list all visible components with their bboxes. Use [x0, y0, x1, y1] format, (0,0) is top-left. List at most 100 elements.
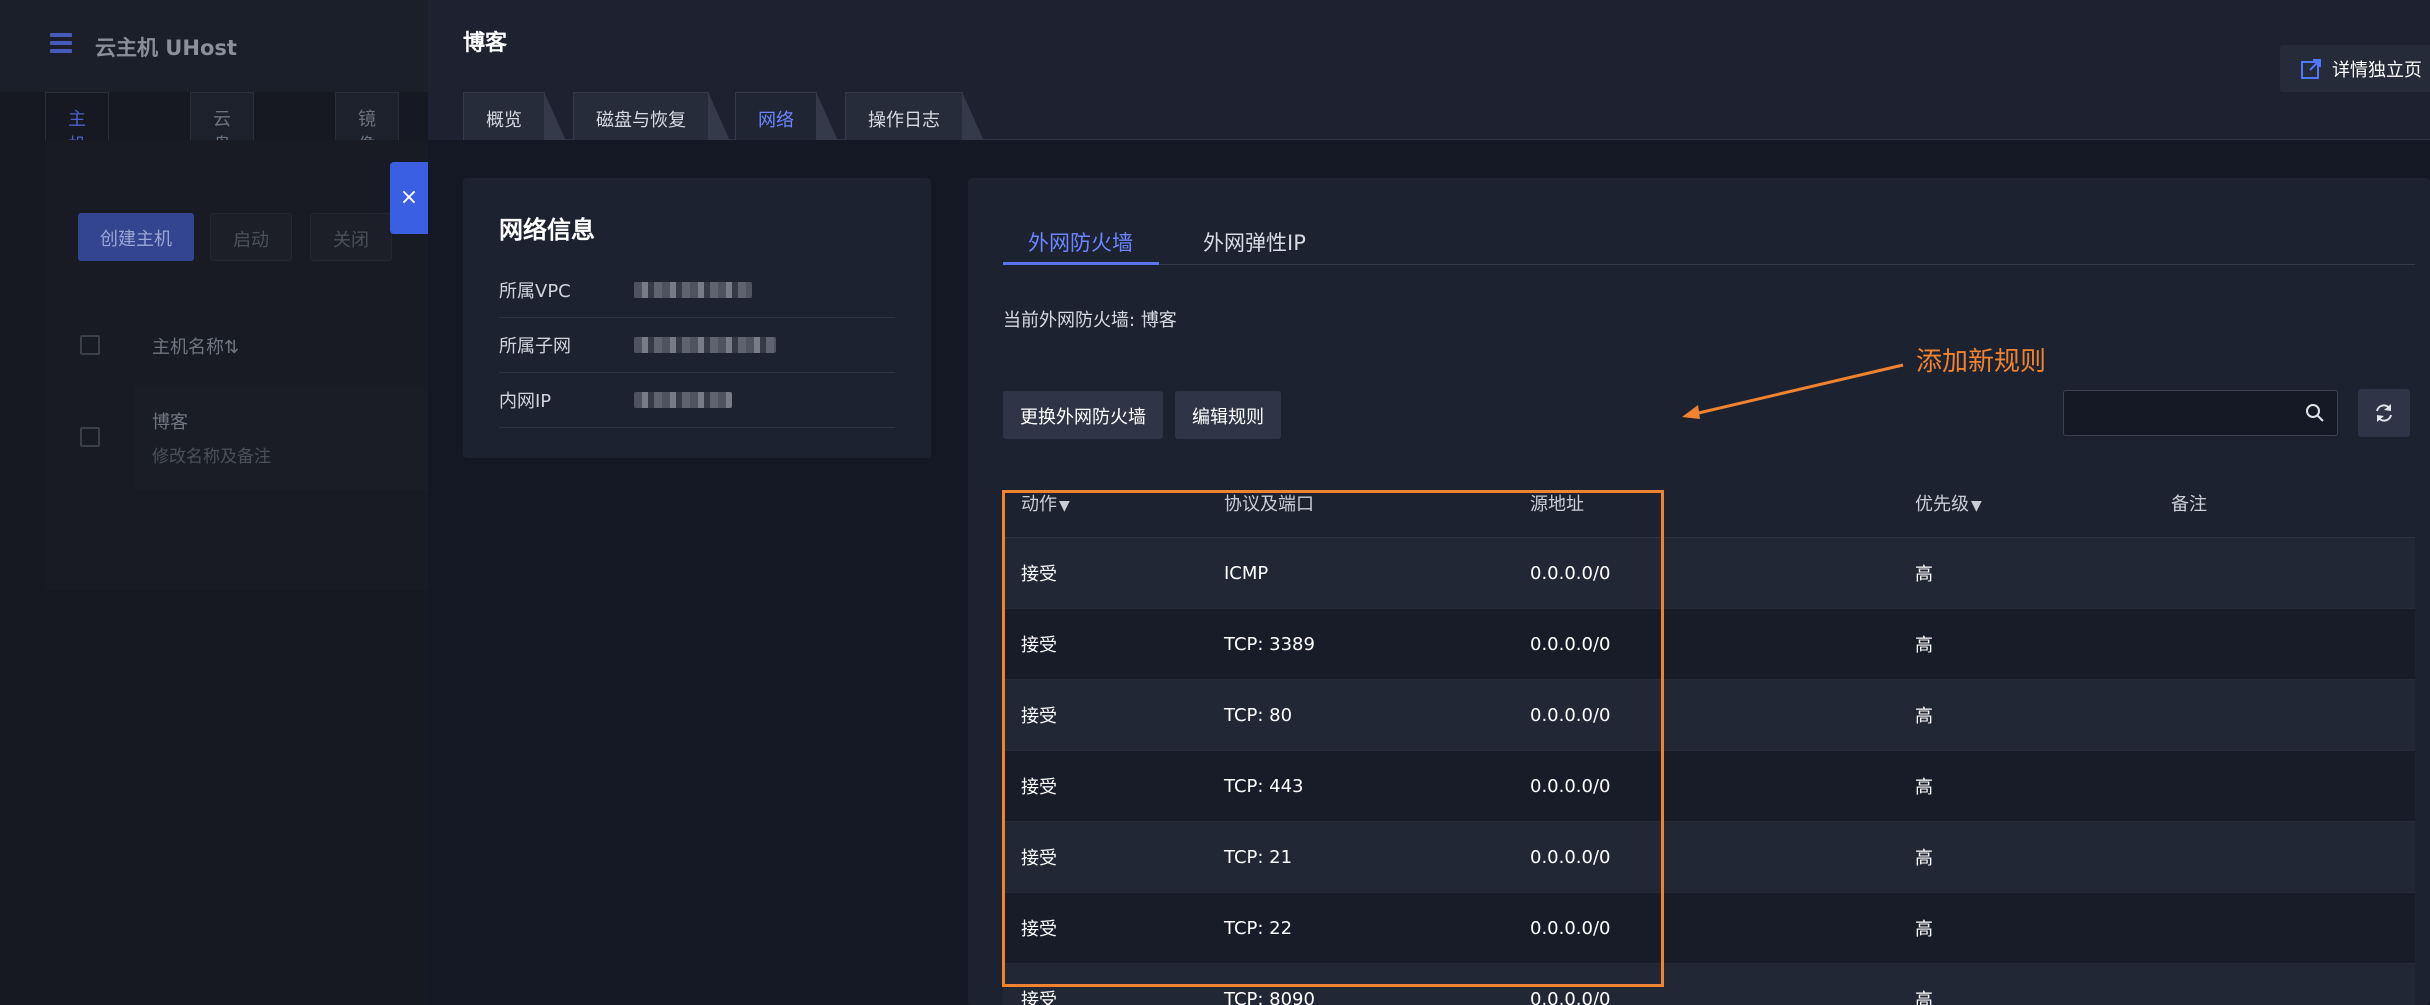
firewall-tabs: 外网防火墙 外网弹性IP [1003, 213, 2415, 265]
private-ip-value-redacted [634, 392, 732, 408]
cell-source: 0.0.0.0/0 [1530, 775, 1611, 797]
col-note: 备注 [2171, 493, 2207, 515]
cell-action: 接受 [1021, 777, 1057, 798]
tab-operation-log[interactable]: 操作日志 [845, 92, 984, 141]
current-firewall-label: 当前外网防火墙: [1003, 310, 1136, 331]
bg-select-all-checkbox[interactable] [80, 335, 100, 355]
close-drawer-button[interactable]: × [390, 162, 428, 234]
tab-external-firewall[interactable]: 外网防火墙 [1028, 227, 1133, 257]
detail-page-link-label: 详情独立页 [2332, 59, 2422, 81]
network-info-row: 内网IP [499, 373, 895, 428]
drawer-title: 博客 [463, 31, 508, 56]
cell-proto: TCP: 80 [1224, 704, 1293, 726]
cell-action: 接受 [1021, 848, 1057, 869]
cell-source: 0.0.0.0/0 [1530, 846, 1611, 868]
cell-action: 接受 [1021, 990, 1057, 1005]
filter-icon[interactable]: ▼ [1059, 498, 1070, 514]
current-firewall: 当前外网防火墙: 博客 [1003, 306, 1177, 332]
drawer-body: 网络信息 所属VPC 所属子网 内网IP 外网防火墙 外网弹性IP 当前外网防火… [428, 140, 2430, 1005]
table-row: 接受 TCP: 22 0.0.0.0/0 高 [1003, 893, 2415, 964]
bg-row-checkbox[interactable] [80, 427, 100, 447]
bg-stop-button[interactable]: 关闭 [310, 213, 392, 261]
cell-priority: 高 [1915, 848, 1933, 869]
bg-col-header[interactable]: 主机名称⇅ [152, 333, 239, 359]
cell-source: 0.0.0.0/0 [1530, 704, 1611, 726]
bg-start-button[interactable]: 启动 [210, 213, 292, 261]
change-firewall-button[interactable]: 更换外网防火墙 [1003, 391, 1163, 439]
cell-priority: 高 [1915, 919, 1933, 940]
subnet-value-redacted [634, 337, 776, 353]
cell-action: 接受 [1021, 919, 1057, 940]
subnet-label: 所属子网 [499, 336, 571, 357]
search-icon [2306, 404, 2324, 422]
tab-network[interactable]: 网络 [735, 92, 838, 141]
refresh-button[interactable] [2358, 389, 2410, 437]
cell-priority: 高 [1915, 990, 1933, 1005]
cell-source: 0.0.0.0/0 [1530, 917, 1611, 939]
filter-icon[interactable]: ▼ [1971, 498, 1982, 514]
table-row: 接受 TCP: 8090 0.0.0.0/0 高 [1003, 964, 2415, 1005]
bg-row-name[interactable]: 博客 [152, 408, 188, 434]
table-row: 接受 TCP: 21 0.0.0.0/0 高 [1003, 822, 2415, 893]
bg-app-title: 云主机 UHost [95, 36, 237, 60]
col-source: 源地址 [1530, 493, 1584, 515]
tab-disk-restore[interactable]: 磁盘与恢复 [573, 92, 730, 141]
annotation-arrow-icon [1682, 363, 1904, 419]
cell-action: 接受 [1021, 564, 1057, 585]
annotation-text: 添加新规则 [1916, 347, 2047, 377]
vpc-value-redacted [634, 282, 752, 298]
bg-tab-disk[interactable]: 云盘管理 [190, 92, 254, 208]
bg-header: 云主机 UHost [0, 0, 440, 92]
cell-priority: 高 [1915, 635, 1933, 656]
cell-proto: TCP: 22 [1224, 917, 1293, 939]
cell-source: 0.0.0.0/0 [1530, 988, 1611, 1005]
firewall-panel: 外网防火墙 外网弹性IP 当前外网防火墙: 博客 添加新规则 更换外网防火墙 编… [968, 178, 2430, 1005]
col-proto: 协议及端口 [1224, 493, 1314, 515]
bg-tab-image[interactable]: 镜像管理 [335, 92, 399, 208]
tab-overview[interactable]: 概览 [463, 92, 566, 141]
search-input[interactable] [2063, 390, 2338, 436]
firewall-rules-table: 动作 ▼ 协议及端口 源地址 优先级 ▼ 备注 接受 ICMP 0.0.0.0/0 高接受… [1003, 468, 2415, 1005]
cell-proto: TCP: 8090 [1224, 988, 1315, 1005]
network-info-row: 所属子网 [499, 318, 895, 373]
table-header: 动作 ▼ 协议及端口 源地址 优先级 ▼ 备注 [1003, 468, 2415, 538]
close-icon: × [399, 185, 419, 210]
cell-source: 0.0.0.0/0 [1530, 562, 1611, 584]
col-priority[interactable]: 优先级 ▼ [1897, 490, 2153, 516]
detail-page-link[interactable]: 详情独立页 [2280, 45, 2430, 92]
table-row: 接受 TCP: 80 0.0.0.0/0 高 [1003, 680, 2415, 751]
detail-drawer: 博客 详情独立页 概览 磁盘与恢复 网络 操作日志 网络信息 所属VPC 所属子… [428, 0, 2430, 1005]
col-action-label: 动作 [1021, 493, 1057, 515]
cell-action: 接受 [1021, 706, 1057, 727]
edit-rules-button[interactable]: 编辑规则 [1175, 391, 1281, 439]
bg-row-sub[interactable]: 修改名称及备注 [152, 442, 271, 467]
external-link-icon [2301, 58, 2321, 79]
table-row: 接受 ICMP 0.0.0.0/0 高 [1003, 538, 2415, 609]
cell-priority: 高 [1915, 777, 1933, 798]
menu-icon[interactable] [50, 33, 72, 55]
current-firewall-value: 博客 [1140, 310, 1177, 331]
col-priority-label: 优先级 [1915, 493, 1969, 515]
tab-elastic-ip[interactable]: 外网弹性IP [1203, 227, 1306, 257]
table-body: 接受 ICMP 0.0.0.0/0 高接受 TCP: 3389 0.0.0.0/0 高接受 T… [1003, 538, 2415, 1005]
table-row: 接受 TCP: 443 0.0.0.0/0 高 [1003, 751, 2415, 822]
table-row: 接受 TCP: 3389 0.0.0.0/0 高 [1003, 609, 2415, 680]
cell-proto: TCP: 21 [1224, 846, 1293, 868]
drawer-tabs: 概览 磁盘与恢复 网络 操作日志 [463, 92, 2430, 141]
vpc-label: 所属VPC [499, 281, 571, 302]
bg-create-button[interactable]: 创建主机 [78, 213, 194, 261]
cell-action: 接受 [1021, 635, 1057, 656]
bg-tab-host[interactable]: 主机管理 [45, 92, 109, 208]
cell-proto: TCP: 443 [1224, 775, 1304, 797]
active-tab-indicator [1003, 262, 1159, 265]
col-action[interactable]: 动作 ▼ [1003, 490, 1206, 516]
bg-content [45, 140, 445, 590]
private-ip-label: 内网IP [499, 391, 552, 412]
network-info-card: 网络信息 所属VPC 所属子网 内网IP [463, 178, 931, 458]
network-info-heading: 网络信息 [499, 216, 595, 244]
cell-source: 0.0.0.0/0 [1530, 633, 1611, 655]
network-info-row: 所属VPC [499, 263, 895, 318]
cell-proto: TCP: 3389 [1224, 633, 1315, 655]
bg-table-row [133, 385, 443, 490]
cell-priority: 高 [1915, 564, 1933, 585]
